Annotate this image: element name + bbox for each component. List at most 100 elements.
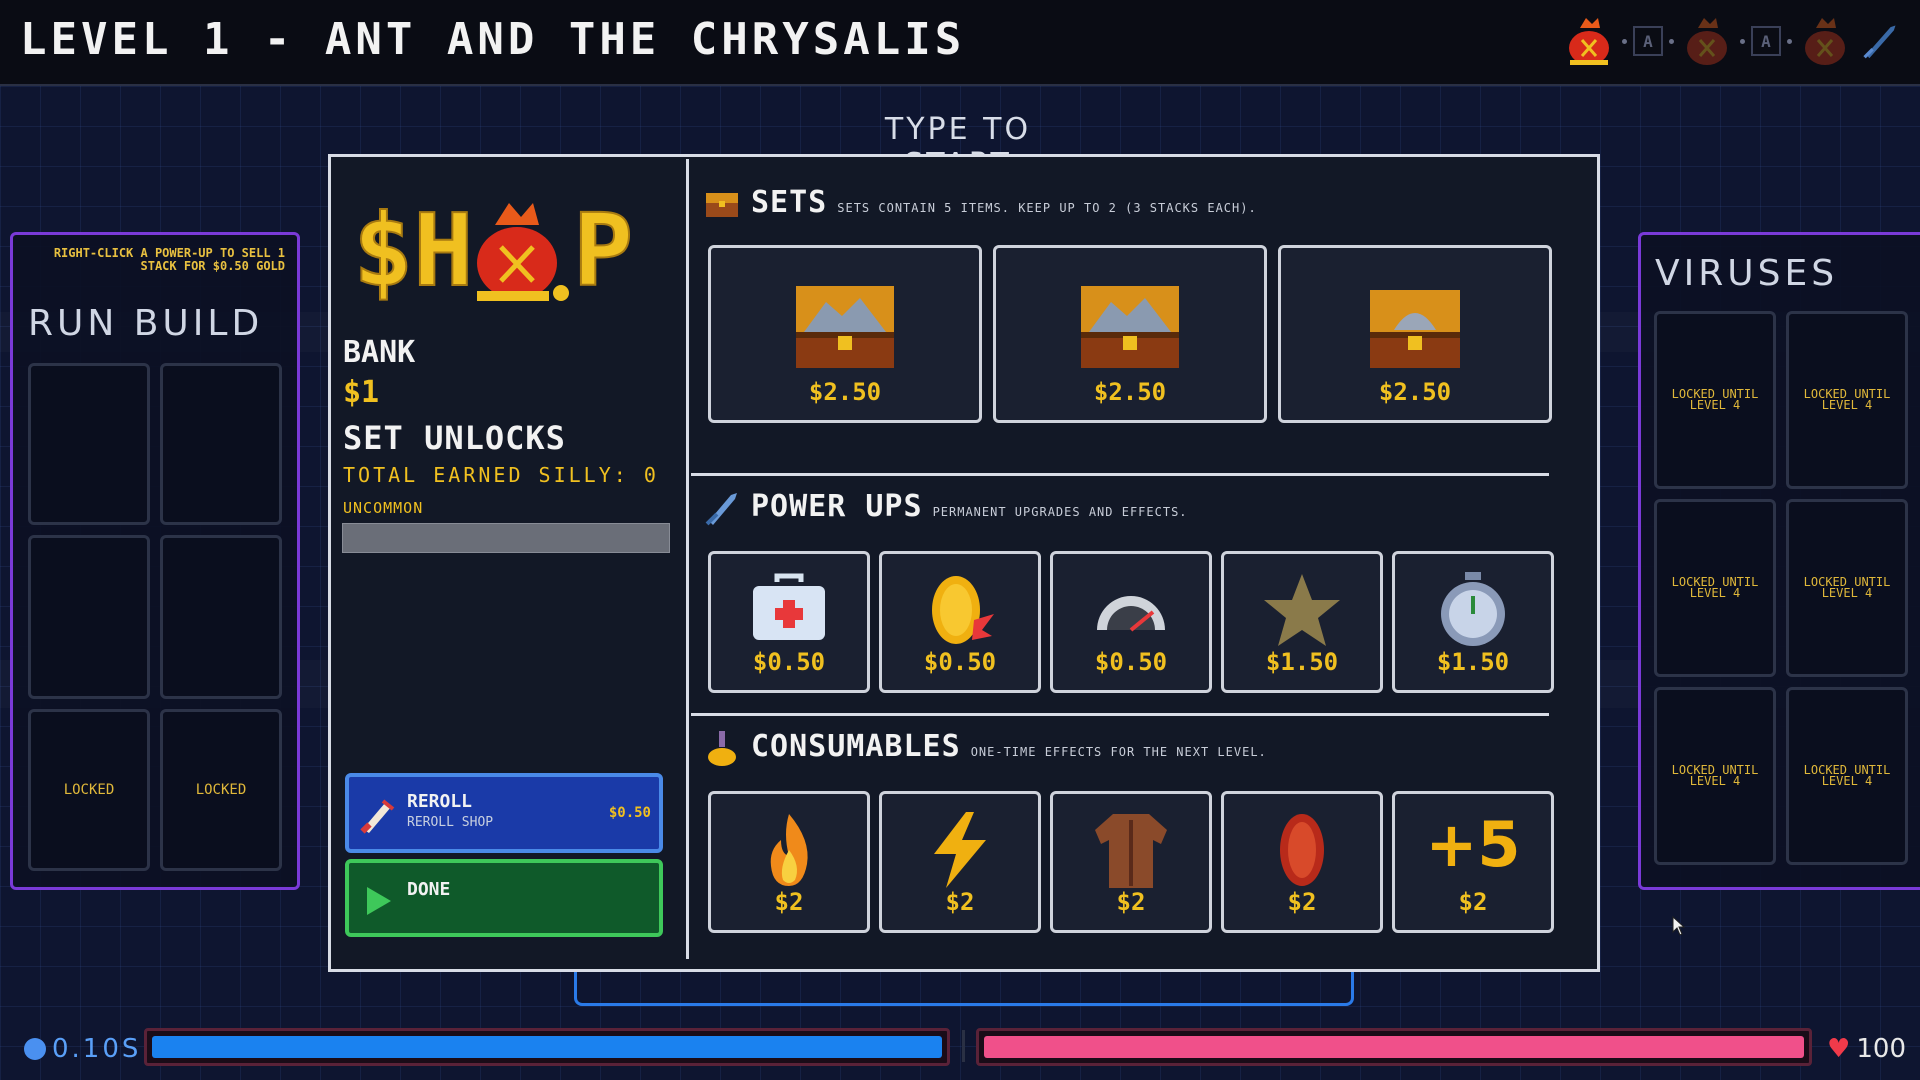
gauge-icon bbox=[1097, 596, 1165, 632]
power-up-card[interactable]: $0.50 bbox=[708, 551, 870, 693]
divider bbox=[691, 713, 1549, 716]
done-button[interactable]: DONE bbox=[345, 859, 663, 937]
reroll-button[interactable]: REROLL REROLL SHOP $0.50 bbox=[345, 773, 663, 853]
divider bbox=[686, 159, 689, 959]
mouse-cursor-icon bbox=[1672, 916, 1686, 936]
run-build-title: RUN BUILD bbox=[28, 303, 264, 344]
set-card[interactable]: $2.50 bbox=[1278, 245, 1552, 423]
set-card[interactable]: $2.50 bbox=[993, 245, 1267, 423]
divider bbox=[962, 1030, 965, 1062]
build-slot[interactable] bbox=[28, 363, 150, 525]
track-dot bbox=[1622, 38, 1627, 44]
health-bar-fill bbox=[984, 1036, 1804, 1058]
virus-slot-locked: LOCKED UNTIL LEVEL 4 bbox=[1786, 499, 1908, 677]
build-slot[interactable] bbox=[160, 363, 282, 525]
chest-mountain-icon bbox=[796, 286, 894, 368]
track-dot bbox=[1740, 38, 1745, 44]
set-price: $2.50 bbox=[808, 378, 882, 406]
build-slot-locked: LOCKED bbox=[28, 709, 150, 871]
power-ups-subtitle: PERMANENT UPGRADES AND EFFECTS. bbox=[932, 505, 1188, 519]
track-dot bbox=[1787, 38, 1792, 44]
consumable-card[interactable]: $2 bbox=[708, 791, 870, 933]
consumable-card[interactable]: +5 $2 bbox=[1392, 791, 1554, 933]
dice-scroll-icon bbox=[360, 799, 395, 834]
shield-icon bbox=[1280, 814, 1324, 886]
bank-value: $1 bbox=[343, 375, 380, 410]
rarity-progress-bar bbox=[342, 523, 670, 553]
power-up-card[interactable]: $1.50 bbox=[1392, 551, 1554, 693]
set-card[interactable]: $2.50 bbox=[708, 245, 982, 423]
level-chip: A bbox=[1751, 26, 1781, 56]
sell-hint: RIGHT-CLICK A POWER-UP TO SELL 1 STACK F… bbox=[53, 246, 285, 273]
power-ups-title: POWER UPS bbox=[751, 489, 923, 524]
track-dot bbox=[1669, 38, 1674, 44]
consumable-card[interactable]: $2 bbox=[1221, 791, 1383, 933]
power-up-price: $1.50 bbox=[1265, 648, 1339, 676]
stopwatch-icon bbox=[1441, 572, 1505, 646]
lightning-icon bbox=[934, 812, 986, 888]
consumable-card[interactable]: $2 bbox=[1050, 791, 1212, 933]
jacket-icon bbox=[1095, 814, 1167, 888]
timer-bar bbox=[144, 1028, 950, 1066]
consumables-subtitle: ONE-TIME EFFECTS FOR THE NEXT LEVEL. bbox=[970, 745, 1267, 759]
fire-icon bbox=[770, 814, 808, 886]
money-bag-icon bbox=[1569, 18, 1609, 65]
sets-subtitle: SETS CONTAIN 5 ITEMS. KEEP UP TO 2 (3 ST… bbox=[837, 201, 1257, 215]
bank-label: BANK bbox=[343, 335, 416, 370]
clock-icon bbox=[24, 1038, 46, 1060]
virus-slot-locked: LOCKED UNTIL LEVEL 4 bbox=[1786, 311, 1908, 489]
viruses-title: VIRUSES bbox=[1655, 253, 1839, 294]
set-price: $2.50 bbox=[1093, 378, 1167, 406]
power-up-price: $1.50 bbox=[1436, 648, 1510, 676]
chest-mountain-icon bbox=[1081, 286, 1179, 368]
sets-header: SETS SETS CONTAIN 5 ITEMS. KEEP UP TO 2 … bbox=[703, 185, 1257, 223]
power-up-card[interactable]: $1.50 bbox=[1221, 551, 1383, 693]
sets-title: SETS bbox=[751, 185, 828, 220]
divider bbox=[691, 473, 1549, 476]
chest-icon bbox=[706, 193, 738, 217]
set-price: $2.50 bbox=[1378, 378, 1452, 406]
virus-slot-locked: LOCKED UNTIL LEVEL 4 bbox=[1654, 311, 1776, 489]
shop-modal: $H P BANK $1 SET UNLOCKS TOTAL EARNED SI… bbox=[328, 154, 1600, 972]
shop-logo: $H P bbox=[353, 195, 634, 305]
power-ups-header: POWER UPS PERMANENT UPGRADES AND EFFECTS… bbox=[703, 489, 1188, 527]
svg-text:P: P bbox=[573, 195, 633, 305]
typing-frame bbox=[574, 968, 1354, 1006]
virus-slot-locked: LOCKED UNTIL LEVEL 4 bbox=[1654, 687, 1776, 865]
consumables-title: CONSUMABLES bbox=[751, 729, 961, 764]
star-icon bbox=[1264, 574, 1340, 646]
done-title: DONE bbox=[407, 879, 451, 900]
build-slot[interactable] bbox=[160, 535, 282, 699]
level-chip: A bbox=[1633, 26, 1663, 56]
plus-five-icon: +5 bbox=[1425, 808, 1521, 881]
virus-slot-locked: LOCKED UNTIL LEVEL 4 bbox=[1654, 499, 1776, 677]
sword-icon bbox=[1863, 25, 1896, 59]
level-title: LEVEL 1 - ANT AND THE CHRYSALIS bbox=[20, 14, 966, 65]
power-up-price: $0.50 bbox=[923, 648, 997, 676]
consumable-price: $2 bbox=[1458, 888, 1488, 916]
virus-slot-locked: LOCKED UNTIL LEVEL 4 bbox=[1786, 687, 1908, 865]
set-unlocks-label: SET UNLOCKS bbox=[343, 419, 566, 457]
play-icon bbox=[367, 887, 391, 915]
gold-coin-icon bbox=[932, 576, 994, 644]
viruses-panel: VIRUSES LOCKED UNTIL LEVEL 4 LOCKED UNTI… bbox=[1638, 232, 1920, 890]
total-earned: TOTAL EARNED SILLY: 0 bbox=[343, 463, 659, 487]
money-bag-icon bbox=[477, 203, 569, 301]
money-bag-icon bbox=[1805, 18, 1845, 65]
timer: 0.10S bbox=[24, 1034, 141, 1064]
health-bar bbox=[976, 1028, 1812, 1066]
rarity-label: UNCOMMON bbox=[343, 499, 424, 517]
reroll-title: REROLL bbox=[407, 791, 473, 812]
top-bar: LEVEL 1 - ANT AND THE CHRYSALIS A A bbox=[0, 0, 1920, 86]
run-build-panel: RIGHT-CLICK A POWER-UP TO SELL 1 STACK F… bbox=[10, 232, 300, 890]
build-slot[interactable] bbox=[28, 535, 150, 699]
power-up-card[interactable]: $0.50 bbox=[1050, 551, 1212, 693]
sword-icon bbox=[705, 493, 737, 526]
timer-value: 0.10S bbox=[52, 1034, 142, 1064]
consumable-card[interactable]: $2 bbox=[879, 791, 1041, 933]
money-bag-icon bbox=[1687, 18, 1727, 65]
timer-bar-fill bbox=[152, 1036, 942, 1058]
reroll-price: $0.50 bbox=[608, 805, 651, 821]
power-up-card[interactable]: $0.50 bbox=[879, 551, 1041, 693]
power-up-price: $0.50 bbox=[1094, 648, 1168, 676]
